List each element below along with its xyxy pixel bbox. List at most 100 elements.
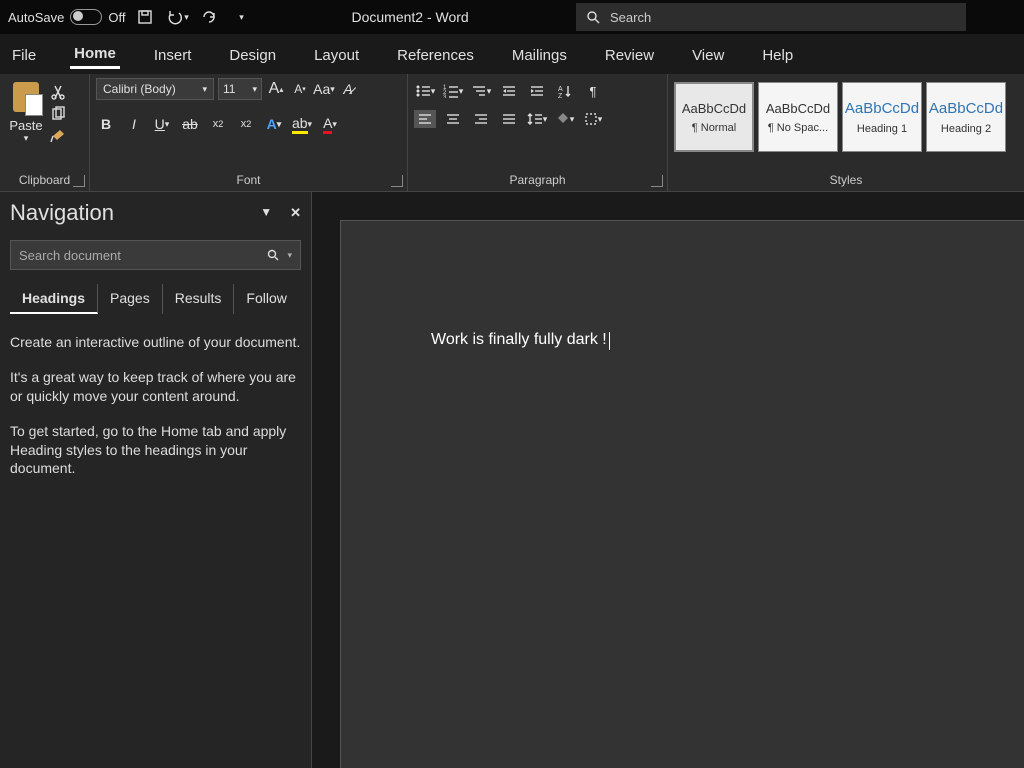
bullets-icon[interactable]: ▾	[414, 82, 436, 100]
tab-insert[interactable]: Insert	[150, 41, 196, 68]
group-font: Calibri (Body)▾ 11▾ A▴ A▾ Aa▾ A̷ B I U▾ …	[90, 74, 408, 191]
shrink-font-icon[interactable]: A▾	[290, 79, 310, 99]
font-size-value: 11	[223, 82, 235, 96]
paste-button[interactable]: Paste ▾	[6, 78, 46, 144]
tab-help[interactable]: Help	[758, 41, 797, 68]
nav-hint-line: Create an interactive outline of your do…	[10, 333, 301, 352]
toggle-switch[interactable]	[70, 9, 102, 25]
style-name: ¶ Normal	[692, 122, 736, 134]
tab-file[interactable]: File	[8, 41, 40, 68]
autosave-toggle[interactable]: AutoSave Off	[8, 9, 125, 25]
chevron-down-icon[interactable]: ▾	[287, 250, 292, 261]
style-preview: AaBbCcDd	[845, 100, 919, 117]
change-case-icon[interactable]: Aa▾	[314, 79, 334, 99]
nav-tab-pages[interactable]: Pages	[98, 284, 163, 314]
nav-hint-line: It's a great way to keep track of where …	[10, 368, 301, 406]
customize-qat-icon[interactable]: ▾	[229, 5, 253, 29]
document-body-text[interactable]: Work is finally fully dark !	[431, 331, 607, 348]
autosave-label: AutoSave	[8, 10, 64, 25]
chevron-down-icon: ▾	[252, 84, 257, 95]
decrease-indent-icon[interactable]	[498, 82, 520, 100]
ribbon-tabs: File Home Insert Design Layout Reference…	[0, 34, 1024, 74]
style-heading2[interactable]: AaBbCcDd Heading 2	[926, 82, 1006, 152]
nav-search-input[interactable]: Search document ▾	[10, 240, 301, 270]
dialog-launcher-icon[interactable]	[73, 175, 85, 187]
justify-icon[interactable]	[498, 110, 520, 128]
subscript-button[interactable]: x2	[208, 114, 228, 134]
line-spacing-icon[interactable]: ▾	[526, 110, 548, 128]
undo-icon[interactable]: ▾	[165, 5, 189, 29]
group-clipboard: Paste ▾ Clipboard	[0, 74, 90, 191]
nav-tab-headings[interactable]: Headings	[10, 284, 98, 314]
navigation-title: Navigation	[10, 200, 114, 226]
tab-review[interactable]: Review	[601, 41, 658, 68]
tab-view[interactable]: View	[688, 41, 728, 68]
chevron-down-icon: ▾	[202, 84, 207, 95]
style-name: Heading 1	[857, 123, 907, 135]
sort-icon[interactable]: AZ	[554, 82, 576, 100]
group-paragraph: ▾ 123▾ ▾ AZ ¶ ▾ ▾ ▾ Paragraph	[408, 74, 668, 191]
font-name-combo[interactable]: Calibri (Body) ▾	[96, 78, 214, 100]
italic-button[interactable]: I	[124, 114, 144, 134]
svg-text:3: 3	[443, 95, 447, 98]
document-page[interactable]: Work is finally fully dark !	[340, 220, 1024, 768]
title-bar: AutoSave Off ▾ ▾ Document2 - Word Search	[0, 0, 1024, 34]
style-preview: AaBbCcDd	[682, 101, 746, 116]
dialog-launcher-icon[interactable]	[391, 175, 403, 187]
numbering-icon[interactable]: 123▾	[442, 82, 464, 100]
tab-layout[interactable]: Layout	[310, 41, 363, 68]
bold-button[interactable]: B	[96, 114, 116, 134]
style-no-spacing[interactable]: AaBbCcDd ¶ No Spac...	[758, 82, 838, 152]
clear-formatting-icon[interactable]: A̷	[338, 79, 358, 99]
cut-icon[interactable]	[50, 84, 66, 100]
document-area[interactable]: Work is finally fully dark !	[312, 192, 1024, 768]
nav-hint-line: To get started, go to the Home tab and a…	[10, 422, 301, 479]
redo-icon[interactable]	[197, 5, 221, 29]
strikethrough-button[interactable]: ab	[180, 114, 200, 134]
tab-mailings[interactable]: Mailings	[508, 41, 571, 68]
chevron-down-icon: ▾	[184, 12, 189, 23]
tab-home[interactable]: Home	[70, 39, 120, 69]
search-icon	[267, 249, 279, 261]
style-heading1[interactable]: AaBbCcDd Heading 1	[842, 82, 922, 152]
multilevel-list-icon[interactable]: ▾	[470, 82, 492, 100]
shading-icon[interactable]: ▾	[554, 110, 576, 128]
format-painter-icon[interactable]	[50, 128, 68, 144]
tab-references[interactable]: References	[393, 41, 478, 68]
ribbon: Paste ▾ Clipboard Calibri (Body) ▾ 11 ▾ A▴	[0, 74, 1024, 192]
grow-font-icon[interactable]: A▴	[266, 79, 286, 99]
font-name-value: Calibri (Body)	[103, 82, 176, 96]
close-icon[interactable]: ✕	[290, 205, 301, 221]
borders-icon[interactable]: ▾	[582, 110, 604, 128]
chevron-down-icon: ▾	[24, 133, 29, 144]
font-color-icon[interactable]: A▾	[320, 114, 340, 134]
underline-button[interactable]: U▾	[152, 114, 172, 134]
autosave-state: Off	[108, 10, 125, 25]
paste-icon	[13, 82, 39, 112]
increase-indent-icon[interactable]	[526, 82, 548, 100]
tab-design[interactable]: Design	[225, 41, 280, 68]
dialog-launcher-icon[interactable]	[651, 175, 663, 187]
align-right-icon[interactable]	[470, 110, 492, 128]
navigation-pane: Navigation ▼ ✕ Search document ▾ Heading…	[0, 192, 312, 768]
svg-text:Z: Z	[558, 93, 563, 98]
show-marks-icon[interactable]: ¶	[582, 82, 604, 100]
font-size-combo[interactable]: 11 ▾	[218, 78, 262, 100]
text-effects-icon[interactable]: A▾	[264, 114, 284, 134]
group-label: Paragraph	[414, 171, 661, 189]
nav-tab-results[interactable]: Results	[163, 284, 235, 314]
paste-label: Paste	[9, 118, 42, 133]
highlight-color-icon[interactable]: ab▾	[292, 114, 312, 134]
chevron-down-icon[interactable]: ▼	[260, 205, 272, 221]
copy-icon[interactable]	[50, 106, 66, 122]
superscript-button[interactable]: x2	[236, 114, 256, 134]
nav-hint: Create an interactive outline of your do…	[10, 333, 301, 478]
align-center-icon[interactable]	[442, 110, 464, 128]
search-input[interactable]: Search	[576, 3, 966, 31]
style-preview: AaBbCcDd	[766, 101, 830, 116]
save-icon[interactable]	[133, 5, 157, 29]
style-name: Heading 2	[941, 123, 991, 135]
nav-tab-follow[interactable]: Follow	[234, 284, 298, 314]
align-left-icon[interactable]	[414, 110, 436, 128]
style-normal[interactable]: AaBbCcDd ¶ Normal	[674, 82, 754, 152]
